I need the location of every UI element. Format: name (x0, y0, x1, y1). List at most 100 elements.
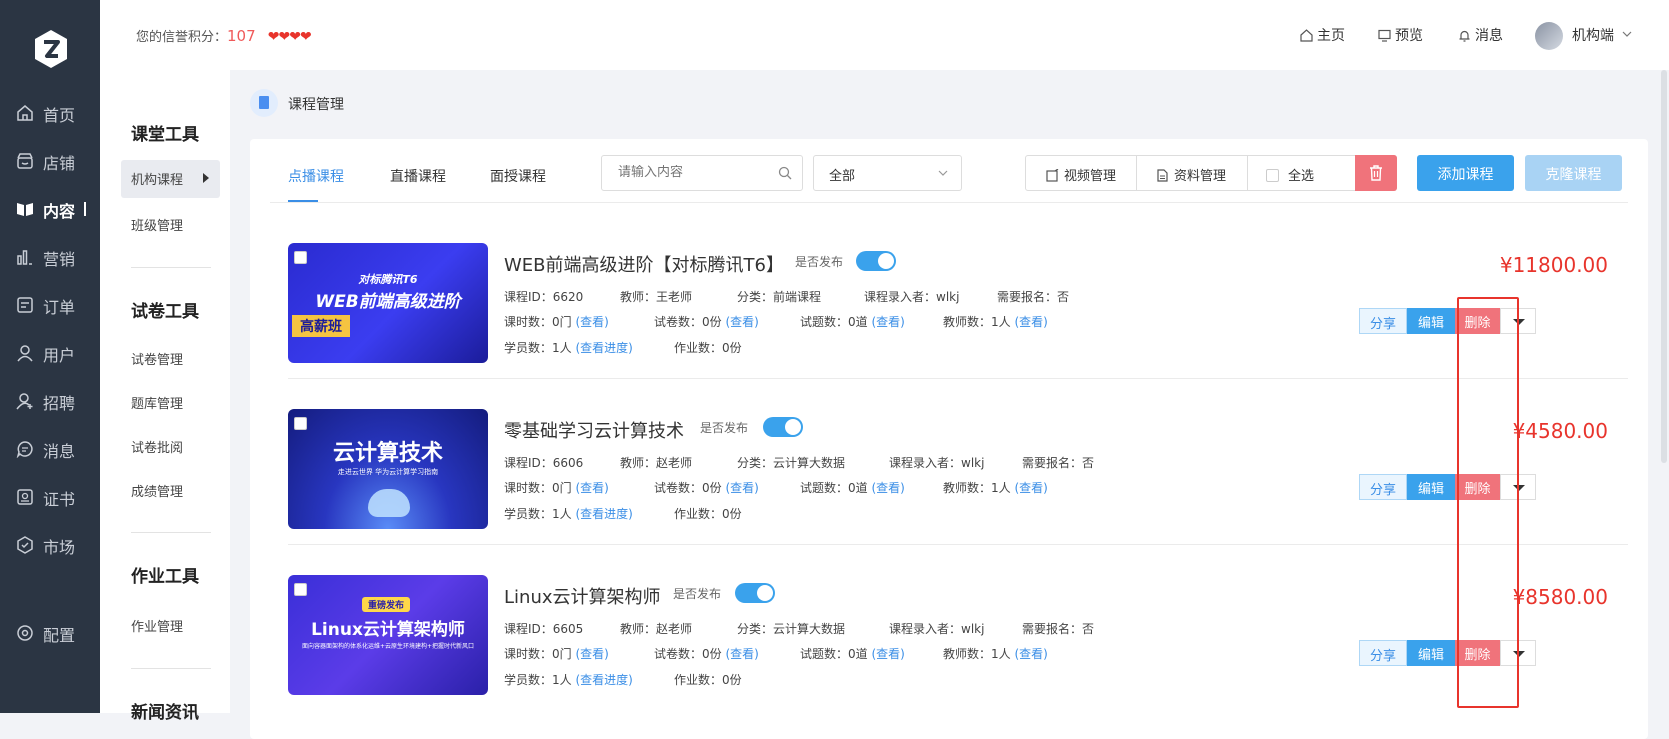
course-row: 重磅发布 Linux云计算架构师 面向容器面架构的体系化运维+云原生环境建构+把… (270, 535, 1628, 711)
batch-delete-button[interactable] (1355, 155, 1397, 191)
credit-value: 107 (227, 27, 256, 45)
edit-button[interactable]: 编辑 (1407, 474, 1455, 500)
view-progress-link[interactable]: (查看进度) (575, 673, 632, 687)
publish-toggle[interactable] (856, 251, 896, 271)
course-price: ¥8580.00 (1512, 585, 1608, 609)
message-link[interactable]: 消息 (1458, 25, 1503, 45)
sidebar-item-paper-review[interactable]: 试卷批阅 (131, 437, 183, 456)
chevron-down-icon (938, 170, 948, 176)
course-thumbnail[interactable]: 云计算技术 走进云世界 华为云计算学习指南 (288, 409, 488, 529)
share-button[interactable]: 分享 (1359, 474, 1407, 500)
course-meta: 课程录入者：wlkj (889, 456, 985, 470)
edit-button[interactable]: 编辑 (1407, 308, 1455, 334)
sidebar-item-homework-manage[interactable]: 作业管理 (131, 616, 183, 635)
view-link[interactable]: (查看) (1014, 647, 1047, 661)
tab-vod[interactable]: 点播课程 (288, 166, 344, 186)
view-link[interactable]: (查看) (871, 315, 904, 329)
sidebar-item-question-bank[interactable]: 题库管理 (131, 393, 183, 412)
select-all-checkbox[interactable]: 全选 (1266, 156, 1314, 190)
nav-item-config[interactable]: 配置 (0, 613, 100, 653)
credit-label: 您的信誉积分： (136, 30, 228, 45)
checkbox[interactable] (1266, 169, 1279, 182)
course-checkbox[interactable] (294, 417, 307, 430)
nav-item-order[interactable]: 订单 (0, 285, 100, 325)
tab-offline[interactable]: 面授课程 (490, 166, 546, 186)
nav-label: 订单 (43, 298, 76, 317)
course-meta: 需要报名：否 (1022, 622, 1095, 636)
divider (1136, 156, 1137, 190)
market-icon (17, 536, 33, 554)
course-title[interactable]: Linux云计算架构师 (504, 583, 661, 609)
view-link[interactable]: (查看) (871, 647, 904, 661)
nav-label: 内容 (43, 202, 76, 221)
thumb-text: 对标腾讯T6 (358, 273, 418, 286)
material-manage-button[interactable]: 资料管理 (1156, 156, 1226, 190)
video-manage-button[interactable]: 视频管理 (1046, 156, 1116, 190)
view-link[interactable]: (查看) (725, 647, 758, 661)
view-link[interactable]: (查看) (575, 647, 608, 661)
course-meta: 分类：前端课程 (737, 290, 822, 304)
sidebar-item-org-courses[interactable]: 机构课程 (121, 160, 220, 198)
view-link[interactable]: (查看) (725, 315, 758, 329)
view-link[interactable]: (查看) (575, 481, 608, 495)
course-title[interactable]: 零基础学习云计算技术 (504, 417, 684, 443)
publish-toggle[interactable] (735, 583, 775, 603)
view-progress-link[interactable]: (查看进度) (575, 507, 632, 521)
search-icon[interactable] (778, 166, 792, 180)
course-meta: 课程录入者：wlkj (889, 622, 985, 636)
view-link[interactable]: (查看) (871, 481, 904, 495)
user-menu[interactable]: 机构端 (1572, 25, 1636, 45)
view-link[interactable]: (查看) (575, 315, 608, 329)
course-meta: 需要报名：否 (1022, 456, 1095, 470)
thumb-text: 面向容器面架构的体系化运维+云原生环境建构+把握时代新风口 (301, 643, 475, 650)
nav-item-home[interactable]: 首页 (0, 93, 100, 133)
preview-link[interactable]: 预览 (1378, 25, 1423, 45)
course-title[interactable]: WEB前端高级进阶【对标腾讯T6】 (504, 251, 784, 277)
share-button[interactable]: 分享 (1359, 308, 1407, 334)
avatar[interactable] (1535, 22, 1563, 50)
view-link[interactable]: (查看) (725, 481, 758, 495)
nav-item-certificate[interactable]: 证书 (0, 477, 100, 517)
course-checkbox[interactable] (294, 251, 307, 264)
home-link[interactable]: 主页 (1300, 25, 1345, 45)
sidebar-item-score-manage[interactable]: 成绩管理 (131, 481, 183, 500)
publish-label: 是否发布 (795, 255, 844, 269)
view-link[interactable]: (查看) (1014, 315, 1047, 329)
video-icon (1046, 168, 1059, 182)
nav-item-user[interactable]: 用户 (0, 333, 100, 373)
course-meta: 课程ID：6606 (504, 456, 584, 470)
view-link[interactable]: (查看) (1014, 481, 1047, 495)
thumb-text: 高薪班 (292, 315, 350, 337)
publish-toggle[interactable] (763, 417, 803, 437)
logo-icon[interactable] (33, 28, 69, 70)
sidebar-item-paper-manage[interactable]: 试卷管理 (131, 349, 183, 368)
section-title: 试卷工具 (131, 302, 199, 322)
scrollbar[interactable] (1661, 70, 1667, 463)
clone-course-button[interactable]: 克隆课程 (1525, 155, 1622, 191)
edit-button[interactable]: 编辑 (1407, 640, 1455, 666)
category-select[interactable]: 全部 (813, 155, 962, 191)
add-course-button[interactable]: 添加课程 (1417, 155, 1514, 191)
tab-live[interactable]: 直播课程 (390, 166, 446, 186)
course-checkbox[interactable] (294, 583, 307, 596)
view-progress-link[interactable]: (查看进度) (575, 341, 632, 355)
nav-item-shop[interactable]: 店铺 (0, 141, 100, 181)
course-meta: 课程ID：6620 (504, 290, 584, 304)
document-icon (250, 89, 278, 117)
thumb-text: 重磅发布 (362, 597, 411, 612)
search-input[interactable] (618, 165, 768, 180)
share-button[interactable]: 分享 (1359, 640, 1407, 666)
nav-item-recruit[interactable]: 招聘 (0, 381, 100, 421)
course-thumbnail[interactable]: 重磅发布 Linux云计算架构师 面向容器面架构的体系化运维+云原生环境建构+把… (288, 575, 488, 695)
sidebar-item-class-manage[interactable]: 班级管理 (131, 215, 183, 234)
course-meta: 课时数：0门 (查看) (504, 315, 609, 329)
nav-item-market[interactable]: 市场 (0, 525, 100, 565)
publish-label: 是否发布 (700, 421, 749, 435)
nav-item-marketing[interactable]: 营销 (0, 237, 100, 277)
nav-label: 配置 (43, 626, 76, 645)
nav-item-content[interactable]: 内容 (0, 189, 100, 229)
nav-item-message[interactable]: 消息 (0, 429, 100, 469)
course-thumbnail[interactable]: 对标腾讯T6 WEB前端高级进阶 高薪班 (288, 243, 488, 363)
message-link-label: 消息 (1475, 28, 1503, 44)
page-title: 课程管理 (288, 97, 344, 113)
